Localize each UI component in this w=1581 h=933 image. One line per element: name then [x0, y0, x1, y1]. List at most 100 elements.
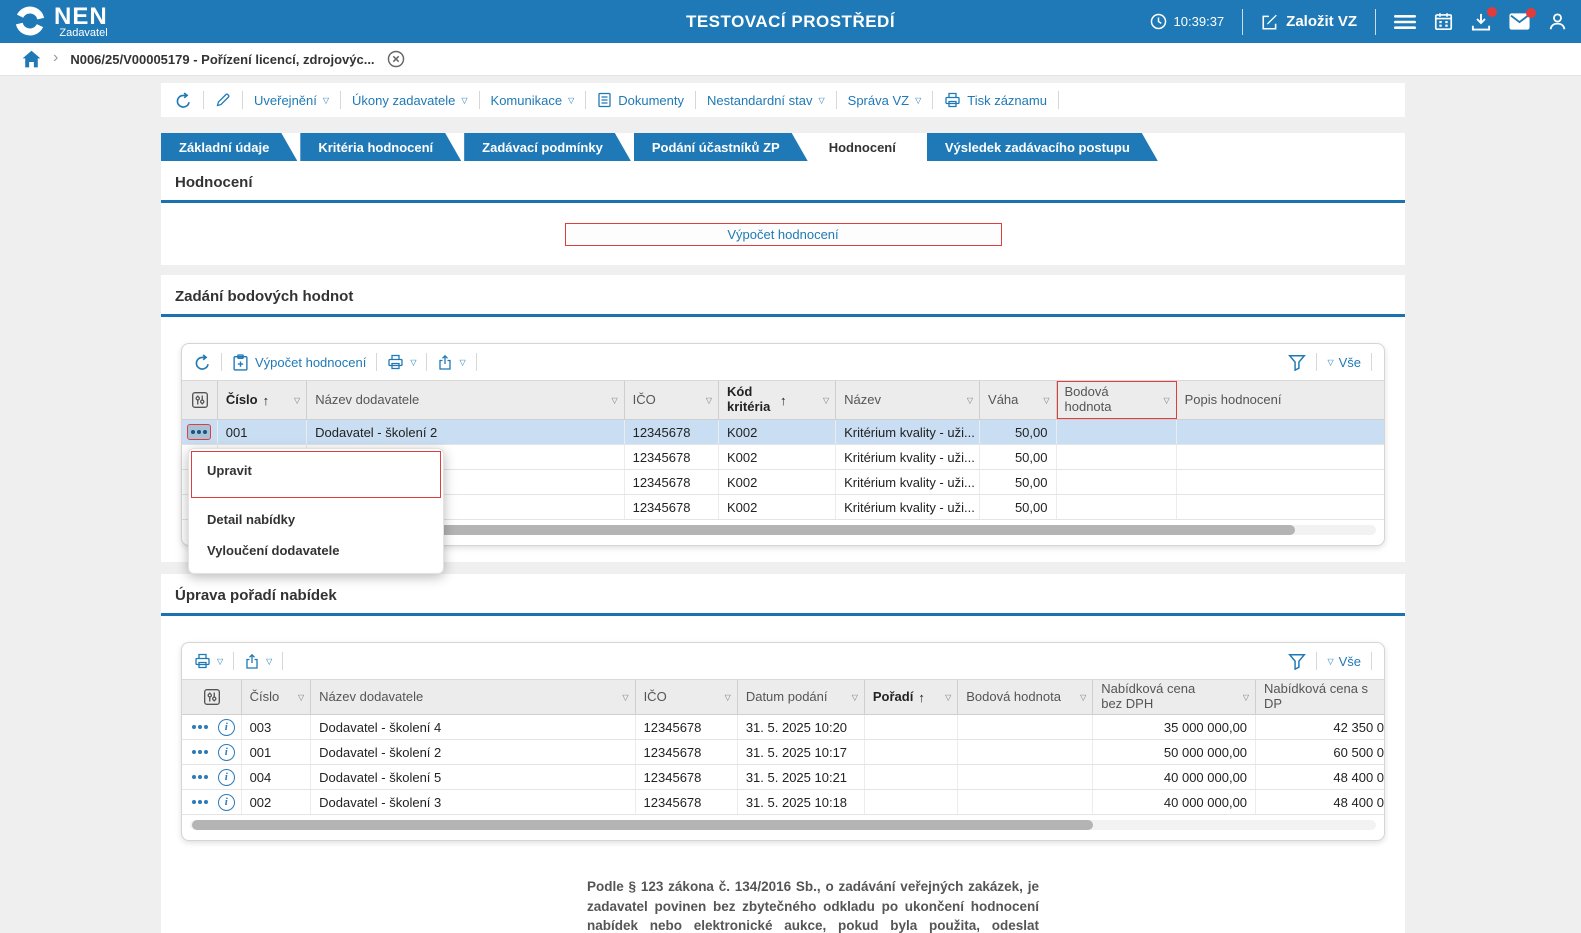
messages-button[interactable] [1509, 13, 1530, 30]
info-icon[interactable]: i [218, 769, 235, 786]
col-header-nazev-dodavatele[interactable]: Název dodavatele ▽ [307, 381, 624, 419]
filter-icon[interactable] [1288, 653, 1306, 670]
tab-vysledek[interactable]: Výsledek zadávacího postupu [927, 133, 1158, 161]
menu-item-upravit[interactable]: Upravit [207, 463, 252, 478]
filter-caret-icon[interactable]: ▽ [622, 694, 628, 702]
notification-dot [1526, 8, 1536, 18]
col-header-cena-bez-dph[interactable]: Nabídková cena bez DPH ▽ [1093, 680, 1256, 714]
tab-hodnoceni[interactable]: Hodnocení [811, 133, 924, 161]
grid-export-button[interactable]: ▽ [437, 354, 465, 371]
tab-podani-ucastniku[interactable]: Podání účastníků ZP [634, 133, 808, 161]
filter-caret-icon[interactable]: ▽ [1043, 397, 1049, 405]
calc-evaluation-button[interactable]: Výpočet hodnocení [565, 223, 1002, 246]
separator [836, 91, 837, 109]
filter-caret-icon[interactable]: ▽ [706, 397, 712, 405]
menu-button[interactable] [1394, 14, 1416, 30]
create-vz-button[interactable]: Založit VZ [1261, 13, 1357, 31]
separator [282, 652, 283, 670]
breadcrumb-record[interactable]: N006/25/V00005179 - Pořízení licencí, zd… [70, 52, 374, 67]
col-header-ico[interactable]: IČO ▽ [625, 381, 719, 419]
tab-zakladni-udaje[interactable]: Základní údaje [161, 133, 297, 161]
filter-caret-icon[interactable]: ▽ [298, 694, 304, 702]
grid-calc-evaluation-button[interactable]: Výpočet hodnocení [232, 354, 366, 371]
edit-record-button[interactable] [215, 92, 231, 108]
info-icon[interactable]: i [218, 744, 235, 761]
close-record-button[interactable] [387, 50, 405, 68]
col-header-nazev-dodavatele[interactable]: Název dodavatele ▽ [311, 680, 635, 714]
downloads-button[interactable] [1471, 12, 1491, 32]
row-menu-button[interactable] [188, 744, 212, 760]
table-row[interactable]: 001 Dodavatel - školení 2 12345678 K002 … [182, 420, 1384, 445]
menu-communication[interactable]: Komunikace▽ [491, 93, 575, 108]
view-all-dropdown[interactable]: ▽ Vše [1327, 654, 1361, 669]
notification-dot [1487, 7, 1497, 17]
col-header-datum-podani[interactable]: Datum podání ▽ [738, 680, 865, 714]
col-header-nazev[interactable]: Název ▽ [836, 381, 980, 419]
separator [1316, 652, 1317, 670]
menu-item-vylouceni-dodavatele[interactable]: Vyloučení dodavatele [207, 543, 339, 558]
separator [1316, 353, 1317, 371]
col-header-bodova-hodnota[interactable]: Bodová hodnota ▽ [958, 680, 1093, 714]
menu-item-detail-nabidky[interactable]: Detail nabídky [207, 512, 295, 527]
column-settings-button[interactable] [182, 680, 242, 714]
scrollbar-thumb[interactable] [192, 820, 1093, 830]
info-icon[interactable]: i [218, 794, 235, 811]
chevron-right-icon: › [53, 49, 58, 67]
caret-down-icon: ▽ [266, 658, 272, 666]
menu-nonstandard-state[interactable]: Nestandardní stav▽ [707, 93, 825, 108]
col-header-ico[interactable]: IČO ▽ [636, 680, 738, 714]
row-menu-button[interactable] [187, 424, 211, 440]
table-row[interactable]: i 001 Dodavatel - školení 2 12345678 31.… [182, 740, 1384, 765]
undo-button[interactable] [175, 92, 192, 109]
filter-caret-icon[interactable]: ▽ [1163, 397, 1169, 405]
home-icon[interactable] [22, 50, 41, 68]
filter-caret-icon[interactable]: ▽ [823, 397, 829, 405]
user-button[interactable] [1548, 12, 1567, 31]
row-menu-button[interactable] [188, 719, 212, 735]
filter-caret-icon[interactable]: ▽ [852, 694, 858, 702]
info-icon[interactable]: i [218, 719, 235, 736]
filter-caret-icon[interactable]: ▽ [612, 397, 618, 405]
table-row[interactable]: i 003 Dodavatel - školení 4 12345678 31.… [182, 715, 1384, 740]
grid-print-button[interactable]: ▽ [387, 354, 416, 370]
col-header-cislo[interactable]: Číslo ↑ ▽ [218, 381, 307, 419]
col-header-cislo[interactable]: Číslo ▽ [242, 680, 312, 714]
filter-icon[interactable] [1288, 354, 1306, 371]
table-row[interactable]: i 002 Dodavatel - školení 3 12345678 31.… [182, 790, 1384, 815]
col-header-kod-kriteria[interactable]: Kód kritéria ↑ ▽ [719, 381, 836, 419]
menu-publish[interactable]: Uveřejnění▽ [254, 93, 329, 108]
filter-caret-icon[interactable]: ▽ [1080, 694, 1086, 702]
nen-logo[interactable]: NEN Zadavatel [14, 5, 108, 39]
filter-caret-icon[interactable]: ▽ [725, 694, 731, 702]
separator [585, 91, 586, 109]
grid-export-button[interactable]: ▽ [244, 653, 272, 670]
filter-caret-icon[interactable]: ▽ [294, 397, 300, 405]
view-all-dropdown[interactable]: ▽ Vše [1327, 355, 1361, 370]
grid-print-button[interactable]: ▽ [194, 653, 223, 669]
column-settings-button[interactable] [182, 381, 218, 419]
menu-documents[interactable]: Dokumenty [597, 92, 684, 108]
calendar-button[interactable] [1434, 12, 1453, 31]
col-header-bodova-hodnota[interactable]: Bodová hodnota ▽ [1057, 381, 1177, 419]
refresh-button[interactable] [194, 354, 211, 371]
table-row[interactable]: i 004 Dodavatel - školení 5 12345678 31.… [182, 765, 1384, 790]
col-header-vaha[interactable]: Váha ▽ [980, 381, 1056, 419]
col-header-poradi[interactable]: Pořadí ↑ ▽ [865, 680, 958, 714]
clock-icon [1150, 13, 1167, 30]
menu-vz-admin[interactable]: Správa VZ▽ [848, 93, 922, 108]
filter-caret-icon[interactable]: ▽ [945, 694, 951, 702]
menu-contracting-actions[interactable]: Úkony zadavatele▽ [352, 93, 468, 108]
points-heading: Zadání bodových hodnot [161, 275, 1405, 314]
tab-zadavaci-podminky[interactable]: Zadávací podmínky [464, 133, 631, 161]
filter-caret-icon[interactable]: ▽ [1243, 694, 1249, 702]
row-menu-button[interactable] [188, 769, 212, 785]
row-menu-button[interactable] [188, 794, 212, 810]
tab-kriteria-hodnoceni[interactable]: Kritéria hodnocení [300, 133, 461, 161]
nen-swirl-icon [14, 5, 46, 37]
col-header-cena-s-dph[interactable]: Nabídková cena s DP [1256, 680, 1384, 714]
filter-caret-icon[interactable]: ▽ [967, 397, 973, 405]
print-record-button[interactable]: Tisk záznamu [944, 92, 1047, 108]
col-header-popis-hodnoceni[interactable]: Popis hodnocení [1177, 381, 1384, 419]
horizontal-scrollbar[interactable] [190, 820, 1376, 830]
order-grid-panel: ▽ ▽ [181, 642, 1385, 841]
